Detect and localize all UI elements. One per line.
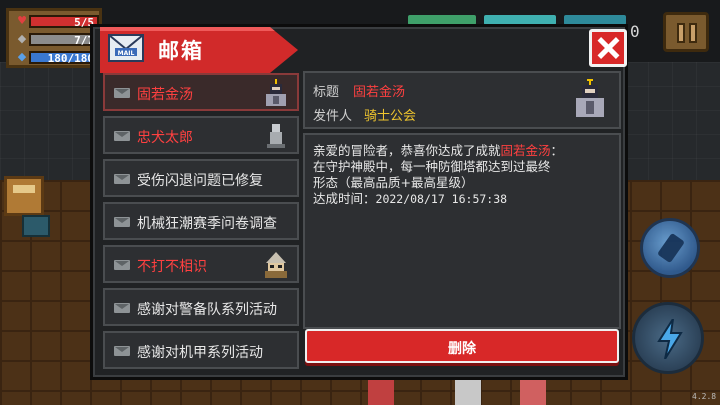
character-sprite xyxy=(368,376,394,405)
mail-item[interactable]: 忠犬太郎 xyxy=(103,116,299,154)
sender-label: 发件人 xyxy=(313,109,353,124)
title-label: 标题 xyxy=(313,85,340,100)
mail-item[interactable]: 受伤闪退问题已修复 xyxy=(103,159,299,197)
lightning-icon xyxy=(657,319,683,359)
pause-icon xyxy=(677,23,685,43)
energy-icon: ◆ xyxy=(17,50,27,63)
bandit-icon xyxy=(265,252,287,278)
counter-text: 0 xyxy=(630,22,640,41)
envelope-icon xyxy=(114,88,130,98)
mail-subject: 感谢对警备队系列活动 xyxy=(137,302,277,318)
envelope-icon xyxy=(114,174,130,184)
delete-label: 删除 xyxy=(448,341,476,357)
energy-row: ◆ 180/180 xyxy=(15,50,99,65)
shelf-prop xyxy=(4,176,44,216)
envelope-icon xyxy=(114,217,130,227)
mail-icon: MAIL xyxy=(108,34,144,62)
body-line: 在守护神殿中，每一种防御塔都达到过最终 xyxy=(313,159,551,174)
character-sprite xyxy=(520,376,546,405)
version-text: 4.2.8 xyxy=(692,392,717,401)
body-paragraph: 亲爱的冒险者，恭喜你达成了成就固若金汤： xyxy=(313,143,564,158)
skill-button[interactable] xyxy=(632,302,704,374)
health-row: ♥ 5/5 xyxy=(15,14,99,29)
close-button[interactable] xyxy=(589,29,627,67)
mail-item[interactable]: 感谢对警备队系列活动 xyxy=(103,288,299,326)
mail-subject: 感谢对机甲系列活动 xyxy=(137,345,263,361)
sender-row: 发件人 骑士公会 xyxy=(313,105,416,124)
delete-button[interactable]: 删除 xyxy=(305,329,619,363)
mail-icon-label: MAIL xyxy=(118,50,135,57)
shield-icon: ◆ xyxy=(17,32,27,45)
mail-body: 亲爱的冒险者，恭喜你达成了成就固若金汤： 在守护神殿中，每一种防御塔都达到过最终… xyxy=(303,133,621,329)
envelope-icon xyxy=(114,260,130,270)
mailbox-header: MAIL 邮箱 xyxy=(100,27,298,73)
mail-item[interactable]: 固若金汤 xyxy=(103,73,299,111)
mail-item[interactable]: 不打不相识 xyxy=(103,245,299,283)
mail-subject: 受伤闪退问题已修复 xyxy=(137,173,263,189)
pause-button[interactable] xyxy=(663,12,709,52)
envelope-icon xyxy=(114,346,130,356)
body-line: 形态（最高品质+最高星级） xyxy=(313,175,474,190)
heart-icon: ♥ xyxy=(17,14,27,27)
pause-icon xyxy=(689,23,697,43)
mailbox-title: 邮箱 xyxy=(158,39,204,63)
weapon-button[interactable] xyxy=(640,218,700,278)
mail-item[interactable]: 机械狂潮赛季问卷调查 xyxy=(103,202,299,240)
chest-prop xyxy=(22,215,50,237)
mail-list[interactable]: 固若金汤 忠犬太郎 受伤闪退问题已修复 机械狂潮赛季问卷调查 不打不相识 感谢对… xyxy=(103,73,299,375)
knight-avatar-icon xyxy=(266,79,286,106)
player-stats-panel: ♥ 5/5 ◆ 7/7 ◆ 180/180 xyxy=(6,8,102,68)
title-row: 标题 固若金汤 xyxy=(313,81,405,100)
envelope-icon xyxy=(114,131,130,141)
character-sprite xyxy=(455,376,481,405)
dog-statue-icon xyxy=(267,124,285,148)
mail-item[interactable]: 感谢对机甲系列活动 xyxy=(103,331,299,369)
achievement-name: 固若金汤 xyxy=(500,143,551,158)
achieved-time: 达成时间：2022/08/17 16:57:38 xyxy=(313,191,508,206)
energy-value: 180/180 xyxy=(47,51,94,65)
mailbox-dialog: MAIL 邮箱 固若金汤 忠犬太郎 受伤闪退问题已修复 机械狂潮赛季问卷调查 不… xyxy=(90,24,628,380)
mail-subject: 机械狂潮赛季问卷调查 xyxy=(137,216,277,232)
title-value: 固若金汤 xyxy=(353,85,406,100)
mail-detail-header: 标题 固若金汤 发件人 骑士公会 xyxy=(303,71,621,129)
knight-avatar-icon xyxy=(576,79,604,117)
envelope-icon xyxy=(114,303,130,313)
armor-row: ◆ 7/7 xyxy=(15,32,99,47)
sender-value: 骑士公会 xyxy=(364,109,417,124)
